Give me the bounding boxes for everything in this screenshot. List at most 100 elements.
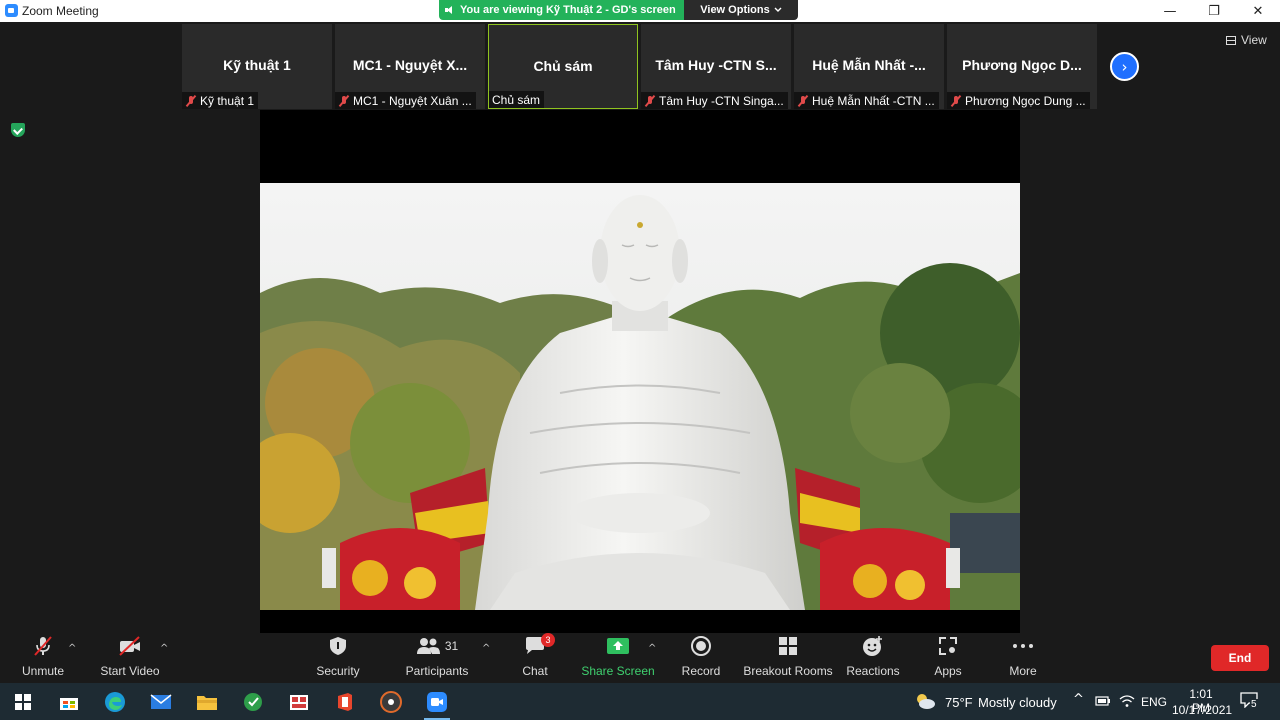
participant-label: Kỹ thuật 1	[182, 92, 259, 109]
green-app-icon	[244, 692, 262, 711]
share-options-caret[interactable]: ^	[648, 643, 656, 654]
participant-name: Tâm Huy -CTN S...	[655, 57, 777, 73]
buddha-statue-photo	[260, 183, 1020, 610]
reactions-button[interactable]: Reactions	[846, 633, 900, 683]
windows-logo-icon	[15, 693, 31, 710]
share-screen-button[interactable]: Share Screen	[581, 633, 655, 683]
taskbar-zoom[interactable]	[414, 683, 460, 720]
start-video-button[interactable]: Start Video	[100, 633, 160, 683]
taskbar-store[interactable]	[46, 683, 92, 720]
apps-icon	[939, 637, 957, 655]
end-meeting-button[interactable]: End	[1211, 645, 1269, 671]
edge-browser-icon	[105, 691, 125, 712]
view-layout-label: View	[1241, 33, 1267, 47]
participant-label: Phương Ngọc Dung ...	[947, 92, 1090, 109]
breakout-rooms-button[interactable]: Breakout Rooms	[743, 633, 833, 683]
weather-description[interactable]: Mostly cloudy	[978, 695, 1057, 710]
restore-button[interactable]: ❐	[1192, 0, 1236, 22]
notification-count: 5	[1250, 699, 1258, 710]
start-button[interactable]	[0, 683, 46, 720]
red-app-icon	[290, 694, 308, 710]
security-label: Security	[316, 664, 360, 678]
grid-view-icon	[1226, 35, 1236, 45]
office-icon	[338, 692, 352, 711]
participant-name: Chủ sám	[533, 58, 593, 74]
record-icon	[691, 636, 711, 656]
mail-icon	[150, 693, 172, 709]
zoom-logo-icon	[5, 4, 18, 17]
zoom-meeting-window: Zoom Meeting — ❐ ✕ You are viewing Kỹ Th…	[0, 0, 1280, 720]
audio-options-caret[interactable]: ^	[68, 643, 76, 654]
share-screen-icon	[607, 638, 629, 654]
participants-button[interactable]: 31 Participants	[404, 633, 470, 683]
shared-photo	[260, 183, 1020, 610]
participant-thumbnail[interactable]: MC1 - Nguyệt X... MC1 - Nguyệt Xuân ...	[335, 24, 485, 109]
next-page-button[interactable]: ›	[1110, 52, 1139, 81]
participant-thumbnail[interactable]: Tâm Huy -CTN S... Tâm Huy -CTN Singa...	[641, 24, 791, 109]
taskbar-media[interactable]	[368, 683, 414, 720]
chat-unread-badge: 3	[541, 633, 555, 647]
mic-muted-icon	[644, 95, 656, 107]
more-button[interactable]: More	[1003, 633, 1043, 683]
participant-thumbnail[interactable]: Huệ Mẫn Nhất -... Huệ Mẫn Nhất -CTN ...	[794, 24, 944, 109]
participant-label-text: Chủ sám	[492, 92, 541, 107]
viewing-notice: You are viewing Kỹ Thuật 2 - GD's screen	[439, 0, 684, 20]
apps-label: Apps	[934, 664, 962, 678]
taskbar-edge[interactable]	[92, 683, 138, 720]
wifi-icon[interactable]	[1119, 694, 1135, 708]
taskbar-app[interactable]	[276, 683, 322, 720]
share-screen-label: Share Screen	[581, 664, 655, 678]
window-title: Zoom Meeting	[22, 4, 99, 18]
participant-label: Chủ sám	[489, 91, 545, 108]
mic-muted-icon	[185, 95, 197, 107]
participant-thumbnail[interactable]: Phương Ngọc D... Phương Ngọc Dung ...	[947, 24, 1097, 109]
participant-thumbnail-active-speaker[interactable]: Chủ sám Chủ sám	[488, 24, 638, 109]
chat-button[interactable]: 3 Chat	[515, 633, 555, 683]
mic-muted-icon	[950, 95, 962, 107]
reactions-label: Reactions	[846, 664, 900, 678]
participant-label: Huệ Mẫn Nhất -CTN ...	[794, 92, 939, 109]
media-player-icon	[380, 690, 402, 713]
participant-label: MC1 - Nguyệt Xuân ...	[335, 92, 476, 109]
unmute-button[interactable]: Unmute	[18, 633, 68, 683]
battery-icon[interactable]	[1095, 695, 1111, 707]
participant-label-text: Huệ Mẫn Nhất -CTN ...	[812, 93, 935, 108]
shield-icon	[330, 637, 346, 655]
security-button[interactable]: Security	[313, 633, 363, 683]
shared-screen	[260, 110, 1020, 633]
viewing-notice-text: You are viewing Kỹ Thuật 2 - GD's screen	[460, 4, 676, 16]
encryption-shield-icon[interactable]	[11, 123, 25, 137]
video-options-caret[interactable]: ^	[160, 643, 168, 654]
view-options-button[interactable]: View Options	[684, 0, 798, 20]
close-button[interactable]: ✕	[1236, 0, 1280, 22]
screen-share-banner: You are viewing Kỹ Thuật 2 - GD's screen…	[439, 0, 798, 20]
record-button[interactable]: Record	[681, 633, 721, 683]
taskbar-app[interactable]	[230, 683, 276, 720]
clock-date[interactable]: 10/17/2021	[1172, 703, 1232, 717]
chevron-down-icon	[774, 7, 782, 12]
start-video-label: Start Video	[100, 664, 160, 678]
apps-button[interactable]: Apps	[928, 633, 968, 683]
more-label: More	[1009, 664, 1037, 678]
minimize-button[interactable]: —	[1148, 0, 1192, 22]
participants-options-caret[interactable]: ^	[482, 643, 490, 654]
store-icon	[60, 697, 78, 710]
participant-name: MC1 - Nguyệt X...	[352, 57, 468, 73]
taskbar-mail[interactable]	[138, 683, 184, 720]
weather-temperature[interactable]: 75°F	[945, 695, 973, 710]
view-layout-button[interactable]: View	[1226, 33, 1267, 47]
windows-taskbar: 75°F Mostly cloudy ^ ENG 1:01 PM 10/17/2…	[0, 683, 1280, 720]
video-off-icon	[119, 636, 140, 656]
participant-label-text: Phương Ngọc Dung ...	[965, 93, 1086, 108]
notification-center-button[interactable]: 5	[1240, 692, 1260, 712]
speaker-icon	[445, 5, 455, 15]
input-language[interactable]: ENG	[1141, 695, 1167, 709]
participant-thumbnail[interactable]: Kỹ thuật 1 Kỹ thuật 1	[182, 24, 332, 109]
mic-muted-icon	[338, 95, 350, 107]
breakout-rooms-icon	[779, 637, 797, 655]
taskbar-file-explorer[interactable]	[184, 683, 230, 720]
show-hidden-icons-button[interactable]: ^	[1073, 692, 1084, 707]
participant-label-text: MC1 - Nguyệt Xuân ...	[353, 93, 472, 108]
taskbar-office[interactable]	[322, 683, 368, 720]
weather-cloud-icon	[917, 694, 935, 709]
